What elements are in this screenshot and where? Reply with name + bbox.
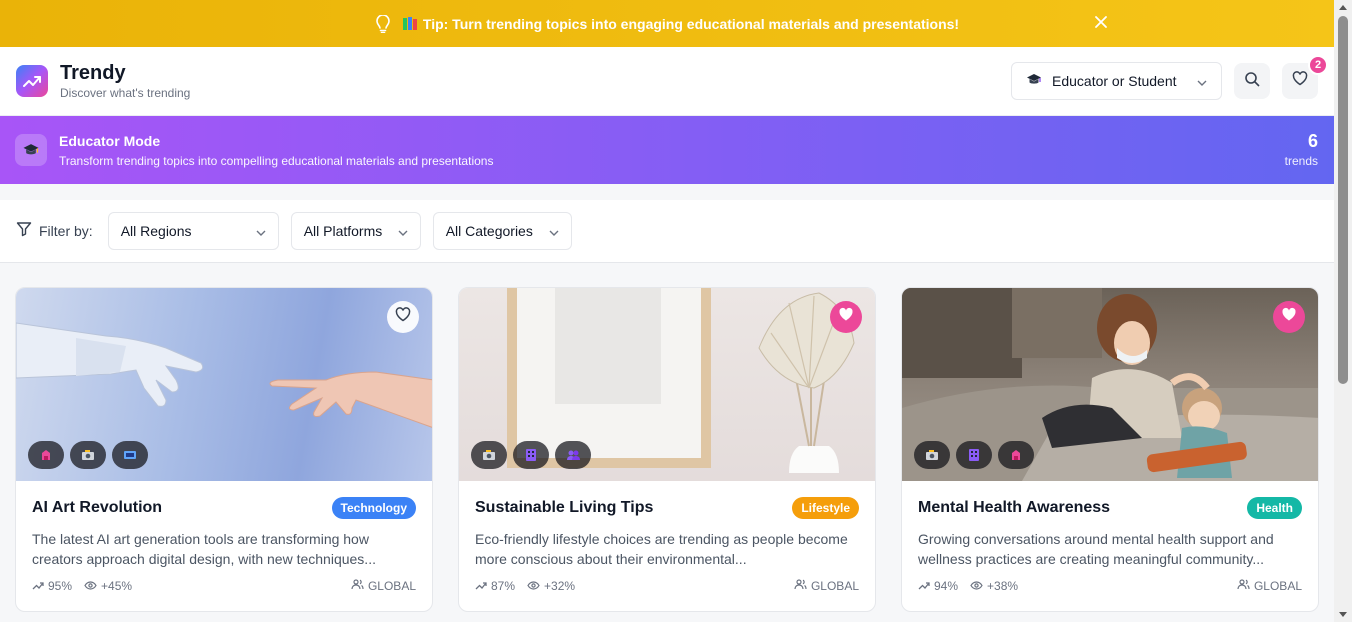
eye-icon [970,579,983,593]
graduation-cap-icon [1026,73,1042,90]
educator-mode-banner: Educator Mode Transform trending topics … [0,116,1334,184]
favorites-button[interactable]: 2 [1282,55,1328,99]
trending-up-icon [475,579,487,593]
scroll-down-arrow-icon[interactable] [1339,612,1347,617]
scroll-up-arrow-icon[interactable] [1339,5,1347,10]
heart-icon [395,307,411,327]
app-name: Trendy [60,62,126,84]
trend-card[interactable]: AI Art Revolution Technology The latest … [15,287,433,612]
vertical-scrollbar[interactable] [1334,0,1352,622]
region-value: GLOBAL [1253,579,1302,593]
platform-icons [28,441,148,469]
favorite-toggle[interactable] [387,301,419,333]
app-tagline: Discover what's trending [60,86,191,100]
trend-count-label: trends [1284,154,1318,168]
trend-image-frame-decor [459,288,875,481]
platform-select-value: All Platforms [303,223,383,239]
trending-up-icon [918,579,930,593]
filter-label: Filter by: [39,223,93,239]
region-select[interactable]: All Regions [107,212,279,250]
trend-title: Sustainable Living Tips [475,499,654,516]
chevron-down-icon [549,223,559,239]
category-badge: Health [1247,497,1302,519]
eye-icon [527,579,540,593]
tiktok-icon [998,441,1034,469]
growth-value: 94% [934,579,959,593]
close-icon[interactable] [1095,15,1107,33]
heart-filled-icon [838,307,854,327]
eye-icon [84,579,97,593]
search-button[interactable] [1234,63,1270,99]
header-actions: Educator or Student 2 [1011,55,1328,100]
trending-logo-icon[interactable] [16,65,48,97]
favorite-toggle[interactable] [1273,301,1305,333]
category-badge: Technology [331,497,416,519]
mode-subtitle: Transform trending topics into compellin… [59,153,494,168]
heart-filled-icon [1281,307,1297,327]
app-header: Trendy Discover what's trending Educator… [0,47,1334,116]
graduation-cap-icon [15,134,47,166]
trend-card[interactable]: Sustainable Living Tips Lifestyle Eco-fr… [458,287,876,612]
instagram-icon [914,441,950,469]
region-value: GLOBAL [367,579,416,593]
platform-icons [914,441,1034,469]
books-icon [402,17,417,30]
views-value: +45% [101,579,133,593]
users-icon [351,579,364,593]
chevron-down-icon [256,223,266,239]
trend-count: 6 trends [1285,131,1318,168]
trend-stats: 94% +38% GLOBAL [918,579,1302,593]
favorites-count-badge: 2 [1308,55,1328,75]
mode-title: Educator Mode [59,132,161,149]
trend-title: Mental Health Awareness [918,499,1111,516]
chevron-down-icon [398,223,408,239]
trend-description: Growing conversations around mental heal… [918,531,1274,567]
trend-stats: 95% +45% GLOBAL [32,579,416,593]
instagram-icon [70,441,106,469]
users-icon [1237,579,1250,593]
platform-select[interactable]: All Platforms [290,212,421,250]
trend-image-parent-child [902,288,1318,481]
pinterest-icon [956,441,992,469]
region-select-value: All Regions [120,223,192,239]
views-value: +38% [987,579,1019,593]
growth-value: 87% [491,579,516,593]
platform-icons [471,441,591,469]
instagram-icon [471,441,507,469]
category-badge: Lifestyle [792,497,859,519]
trend-stats: 87% +32% GLOBAL [475,579,859,593]
users-icon [794,579,807,593]
trend-count-number: 6 [1307,131,1318,151]
trend-description: The latest AI art generation tools are t… [32,531,376,567]
tip-text: Tip: Turn trending topics into engaging … [422,15,960,32]
category-select[interactable]: All Categories [432,212,572,250]
trending-up-icon [32,579,44,593]
trend-title: AI Art Revolution [32,499,163,516]
lightbulb-icon [375,14,391,33]
trend-card-grid: AI Art Revolution Technology The latest … [15,287,1319,612]
trend-card[interactable]: Mental Health Awareness Health Growing c… [901,287,1319,612]
role-select-value: Educator or Student [1052,73,1177,89]
heart-icon [1292,71,1308,91]
brand: Trendy Discover what's trending [60,62,190,100]
filter-bar: Filter by: All Regions All Platforms All… [0,200,1334,263]
growth-value: 95% [48,579,73,593]
views-value: +32% [544,579,576,593]
tiktok-icon [28,441,64,469]
role-select[interactable]: Educator or Student [1011,62,1222,100]
chevron-down-icon [1197,73,1207,89]
filter-icon [16,221,32,242]
category-select-value: All Categories [445,223,533,239]
facebook-icon [555,441,591,469]
youtube-icon [112,441,148,469]
scrollbar-thumb[interactable] [1338,16,1348,384]
search-icon [1244,71,1260,92]
trend-image-robot-hand [16,288,432,481]
region-value: GLOBAL [810,579,859,593]
trend-description: Eco-friendly lifestyle choices are trend… [475,531,848,567]
favorite-toggle[interactable] [830,301,862,333]
pinterest-icon [513,441,549,469]
tip-banner: Tip: Turn trending topics into engaging … [0,0,1334,47]
app-page: Tip: Turn trending topics into engaging … [0,0,1334,622]
